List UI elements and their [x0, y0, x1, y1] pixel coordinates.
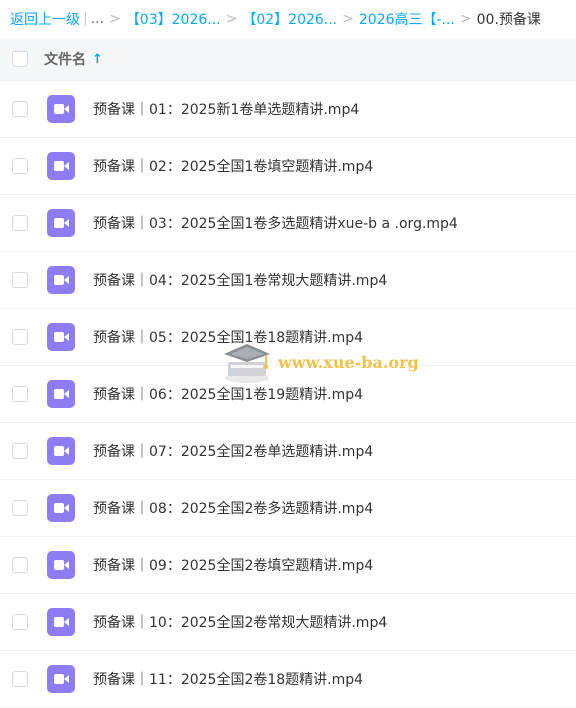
chevron-right-icon: > [109, 11, 121, 27]
chevron-right-icon: > [342, 11, 354, 27]
file-list: 预备课｜01：2025新1卷单选题精讲.mp4 预备课｜02：2025全国1卷填空… [0, 81, 576, 708]
video-file-icon [47, 152, 75, 180]
file-row[interactable]: 预备课｜11：2025全国2卷18题精讲.mp4 [0, 651, 576, 708]
file-checkbox[interactable] [12, 614, 28, 630]
file-checkbox[interactable] [12, 329, 28, 345]
breadcrumb: 返回上一级 | ... > 【03】2026... > 【02】2026... … [0, 0, 576, 38]
file-checkbox[interactable] [12, 101, 28, 117]
select-all-checkbox[interactable] [12, 51, 28, 67]
breadcrumb-link-1[interactable]: 【03】2026... [126, 9, 221, 29]
video-file-icon [47, 266, 75, 294]
file-checkbox[interactable] [12, 443, 28, 459]
video-file-icon [47, 494, 75, 522]
breadcrumb-divider: | [83, 11, 88, 27]
video-file-icon [47, 209, 75, 237]
file-row[interactable]: 预备课｜04：2025全国1卷常规大题精讲.mp4 [0, 252, 576, 309]
back-link[interactable]: 返回上一级 [10, 9, 80, 29]
file-checkbox[interactable] [12, 272, 28, 288]
file-row[interactable]: 预备课｜02：2025全国1卷填空题精讲.mp4 [0, 138, 576, 195]
video-file-icon [47, 323, 75, 351]
file-name[interactable]: 预备课｜10：2025全国2卷常规大题精讲.mp4 [93, 612, 387, 632]
file-name[interactable]: 预备课｜06：2025全国1卷19题精讲.mp4 [93, 384, 363, 404]
breadcrumb-link-3[interactable]: 2026高三【-... [359, 9, 455, 29]
video-file-icon [47, 608, 75, 636]
file-list-header: 文件名 ↑ [0, 38, 576, 81]
file-row[interactable]: 预备课｜08：2025全国2卷多选题精讲.mp4 [0, 480, 576, 537]
file-checkbox[interactable] [12, 386, 28, 402]
file-name[interactable]: 预备课｜03：2025全国1卷多选题精讲xue-b a .org.mp4 [93, 213, 458, 233]
chevron-right-icon: > [459, 11, 472, 27]
file-checkbox[interactable] [12, 215, 28, 231]
video-file-icon [47, 380, 75, 408]
file-name[interactable]: 预备课｜11：2025全国2卷18题精讲.mp4 [93, 669, 363, 689]
file-checkbox[interactable] [12, 500, 28, 516]
file-row[interactable]: 预备课｜09：2025全国2卷填空题精讲.mp4 [0, 537, 576, 594]
breadcrumb-link-2[interactable]: 【02】2026... [242, 9, 337, 29]
file-checkbox[interactable] [12, 557, 28, 573]
file-name[interactable]: 预备课｜08：2025全国2卷多选题精讲.mp4 [93, 498, 373, 518]
file-name[interactable]: 预备课｜09：2025全国2卷填空题精讲.mp4 [93, 555, 373, 575]
chevron-right-icon: > [225, 11, 238, 27]
file-checkbox[interactable] [12, 158, 28, 174]
video-file-icon [47, 551, 75, 579]
video-file-icon [47, 437, 75, 465]
file-name[interactable]: 预备课｜07：2025全国2卷单选题精讲.mp4 [93, 441, 373, 461]
file-name[interactable]: 预备课｜01：2025新1卷单选题精讲.mp4 [93, 99, 359, 119]
breadcrumb-current: 00.预备课 [476, 12, 541, 28]
video-file-icon [47, 95, 75, 123]
file-name[interactable]: 预备课｜02：2025全国1卷填空题精讲.mp4 [93, 156, 373, 176]
file-row[interactable]: 预备课｜01：2025新1卷单选题精讲.mp4 [0, 81, 576, 138]
file-row[interactable]: 预备课｜07：2025全国2卷单选题精讲.mp4 [0, 423, 576, 480]
file-name[interactable]: 预备课｜05：2025全国1卷18题精讲.mp4 [93, 327, 363, 347]
file-row[interactable]: 预备课｜06：2025全国1卷19题精讲.mp4 [0, 366, 576, 423]
file-name[interactable]: 预备课｜04：2025全国1卷常规大题精讲.mp4 [93, 270, 387, 290]
file-row[interactable]: 预备课｜05：2025全国1卷18题精讲.mp4 [0, 309, 576, 366]
file-row[interactable]: 预备课｜10：2025全国2卷常规大题精讲.mp4 [0, 594, 576, 651]
column-header-filename[interactable]: 文件名 [44, 49, 86, 69]
breadcrumb-ellipsis[interactable]: ... [91, 11, 104, 27]
sort-ascending-icon[interactable]: ↑ [92, 52, 103, 67]
file-row[interactable]: 预备课｜03：2025全国1卷多选题精讲xue-b a .org.mp4 [0, 195, 576, 252]
file-checkbox[interactable] [12, 671, 28, 687]
video-file-icon [47, 665, 75, 693]
